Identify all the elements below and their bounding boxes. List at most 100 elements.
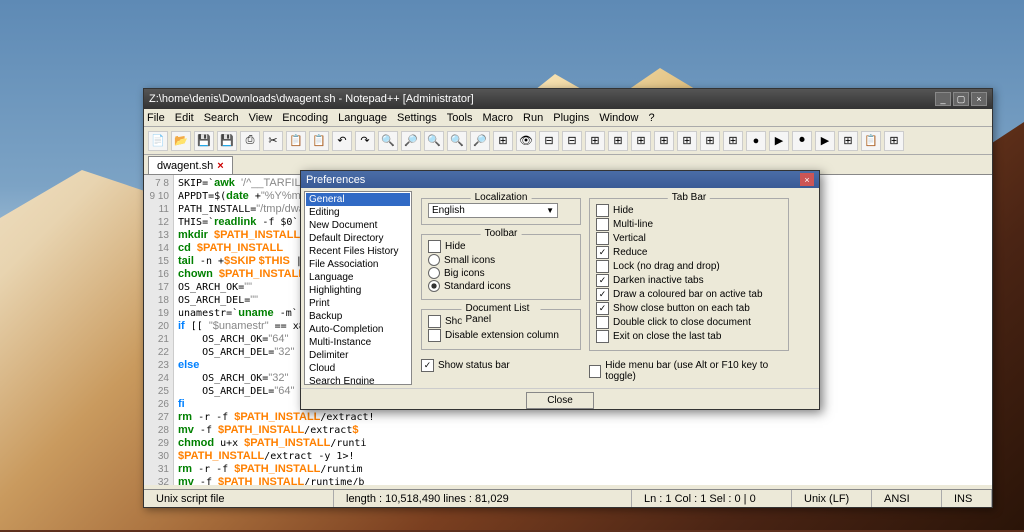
toolbar-button-30[interactable]: ⊞ [838,131,858,151]
checkbox-tab-dblclick-close[interactable]: Double click to close document [596,316,782,329]
menu-help[interactable]: ? [648,112,654,124]
toolbar-button-28[interactable]: ⏺ [792,131,812,151]
checkbox-disable-ext-column[interactable]: Disable extension column [428,329,574,342]
tab-close-icon[interactable]: × [217,160,223,172]
radio-small-icons[interactable]: Small icons [428,254,574,266]
category-new-document[interactable]: New Document [306,219,410,232]
preferences-pane: Localization English Toolbar Hide Small … [415,188,819,388]
tab-label: dwagent.sh [157,160,213,172]
checkbox-tab-reduce[interactable]: Reduce [596,246,782,259]
radio-big-icons[interactable]: Big icons [428,267,574,279]
toolbar-button-26[interactable]: ● [746,131,766,151]
checkbox-show-status-bar[interactable]: Show status bar [421,359,581,372]
toolbar-button-5[interactable]: ✂ [263,131,283,151]
toolbar-button-0[interactable]: 📄 [148,131,168,151]
category-general[interactable]: General [306,193,410,206]
toolbar-button-1[interactable]: 📂 [171,131,191,151]
toolbar-button-13[interactable]: 🔍 [447,131,467,151]
dialog-close-button[interactable]: × [800,173,814,186]
toolbar-button-10[interactable]: 🔍 [378,131,398,151]
titlebar[interactable]: Z:\home\denis\Downloads\dwagent.sh - Not… [144,89,992,109]
toolbar-button-17[interactable]: ⊟ [539,131,559,151]
status-language: Unix script file [144,490,334,507]
checkbox-tab-colored-bar[interactable]: Draw a coloured bar on active tab [596,288,782,301]
toolbar-button-7[interactable]: 📋 [309,131,329,151]
category-search-engine[interactable]: Search Engine [306,375,410,385]
checkbox-tab-darken[interactable]: Darken inactive tabs [596,274,782,287]
toolbar-button-15[interactable]: ⊞ [493,131,513,151]
toolbar-button-11[interactable]: 🔎 [401,131,421,151]
toolbar-button-4[interactable]: ⎙ [240,131,260,151]
category-cloud[interactable]: Cloud [306,362,410,375]
toolbar-button-2[interactable]: 💾 [194,131,214,151]
group-toolbar: Toolbar Hide Small icons Big icons Stand… [421,234,581,300]
checkbox-hide-menu-bar[interactable]: Hide menu bar (use Alt or F10 key to tog… [589,360,789,382]
toolbar-button-22[interactable]: ⊞ [654,131,674,151]
menu-language[interactable]: Language [338,112,387,124]
category-default-directory[interactable]: Default Directory [306,232,410,245]
category-delimiter[interactable]: Delimiter [306,349,410,362]
menu-search[interactable]: Search [204,112,239,124]
toolbar-button-18[interactable]: ⊟ [562,131,582,151]
dialog-title: Preferences [306,174,800,186]
radio-standard-icons[interactable]: Standard icons [428,280,574,292]
toolbar-button-31[interactable]: 📋 [861,131,881,151]
category-print[interactable]: Print [306,297,410,310]
checkbox-tab-lock[interactable]: Lock (no drag and drop) [596,260,782,273]
dialog-titlebar[interactable]: Preferences × [301,171,819,188]
checkbox-tab-hide[interactable]: Hide [596,204,782,217]
toolbar-button-24[interactable]: ⊞ [700,131,720,151]
toolbar-button-12[interactable]: 🔍 [424,131,444,151]
menubar: File Edit Search View Encoding Language … [144,109,992,127]
toolbar-button-8[interactable]: ↶ [332,131,352,151]
preferences-category-list[interactable]: General Editing New Document Default Dir… [304,191,412,385]
toolbar-button-9[interactable]: ↷ [355,131,375,151]
toolbar-button-32[interactable]: ⊞ [884,131,904,151]
tab-dwagent[interactable]: dwagent.sh × [148,156,233,174]
category-file-association[interactable]: File Association [306,258,410,271]
menu-encoding[interactable]: Encoding [282,112,328,124]
toolbar-button-25[interactable]: ⊞ [723,131,743,151]
toolbar-button-16[interactable]: 👁 [516,131,536,151]
toolbar-button-23[interactable]: ⊞ [677,131,697,151]
category-highlighting[interactable]: Highlighting [306,284,410,297]
checkbox-tab-close-button[interactable]: Show close button on each tab [596,302,782,315]
minimize-button[interactable]: _ [935,92,951,106]
group-title-localization: Localization [471,192,532,203]
menu-plugins[interactable]: Plugins [553,112,589,124]
status-position: Ln : 1 Col : 1 Sel : 0 | 0 [632,490,792,507]
localization-dropdown[interactable]: English [428,203,558,218]
toolbar-button-20[interactable]: ⊞ [608,131,628,151]
toolbar-button-14[interactable]: 🔎 [470,131,490,151]
menu-file[interactable]: File [147,112,165,124]
toolbar-button-19[interactable]: ⊞ [585,131,605,151]
menu-view[interactable]: View [249,112,273,124]
toolbar-button-21[interactable]: ⊞ [631,131,651,151]
group-title-toolbar: Toolbar [481,228,522,239]
status-encoding: ANSI [872,490,942,507]
category-backup[interactable]: Backup [306,310,410,323]
checkbox-tab-multiline[interactable]: Multi-line [596,218,782,231]
menu-macro[interactable]: Macro [482,112,513,124]
category-recent-files[interactable]: Recent Files History [306,245,410,258]
toolbar-button-27[interactable]: ▶ [769,131,789,151]
category-editing[interactable]: Editing [306,206,410,219]
checkbox-tab-exit-last[interactable]: Exit on close the last tab [596,330,782,343]
menu-settings[interactable]: Settings [397,112,437,124]
maximize-button[interactable]: ▢ [953,92,969,106]
checkbox-toolbar-hide[interactable]: Hide [428,240,574,253]
toolbar-button-6[interactable]: 📋 [286,131,306,151]
category-multi-instance[interactable]: Multi-Instance [306,336,410,349]
close-button[interactable]: Close [526,392,594,409]
menu-tools[interactable]: Tools [447,112,473,124]
menu-run[interactable]: Run [523,112,543,124]
toolbar-button-3[interactable]: 💾 [217,131,237,151]
status-length: length : 10,518,490 lines : 81,029 [334,490,632,507]
category-auto-completion[interactable]: Auto-Completion [306,323,410,336]
checkbox-tab-vertical[interactable]: Vertical [596,232,782,245]
menu-edit[interactable]: Edit [175,112,194,124]
close-button[interactable]: × [971,92,987,106]
menu-window[interactable]: Window [599,112,638,124]
toolbar-button-29[interactable]: ▶ [815,131,835,151]
category-language[interactable]: Language [306,271,410,284]
